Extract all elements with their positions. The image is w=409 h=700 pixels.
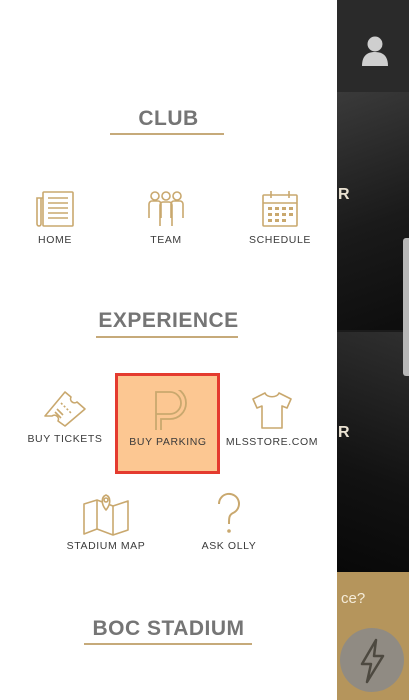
parking-icon bbox=[155, 390, 187, 430]
menu-item-home[interactable]: HOME bbox=[25, 190, 85, 246]
background-banner-text: ce? bbox=[341, 590, 366, 607]
section-title-experience: EXPERIENCE bbox=[98, 309, 239, 332]
menu-item-label: STADIUM MAP bbox=[66, 540, 146, 552]
ticket-icon bbox=[44, 391, 86, 427]
calendar-icon bbox=[262, 191, 298, 227]
news-icon bbox=[36, 191, 74, 227]
section-title-club: CLUB bbox=[138, 107, 199, 130]
menu-item-buy-tickets[interactable]: BUY TICKETS bbox=[22, 388, 108, 445]
user-icon[interactable] bbox=[361, 36, 389, 66]
menu-item-stadium-map[interactable]: STADIUM MAP bbox=[60, 492, 152, 552]
menu-item-label: HOME bbox=[38, 234, 72, 246]
team-icon bbox=[148, 191, 184, 226]
section-underline bbox=[96, 336, 238, 338]
menu-item-label: BUY PARKING bbox=[129, 436, 207, 448]
quick-action-button[interactable] bbox=[340, 628, 404, 692]
background-app: R R ce? bbox=[337, 0, 409, 700]
map-icon bbox=[83, 494, 129, 536]
shirt-icon bbox=[252, 392, 292, 429]
section-underline bbox=[84, 643, 252, 645]
menu-item-label: TEAM bbox=[150, 234, 182, 246]
section-underline bbox=[110, 133, 224, 135]
scroll-handle[interactable] bbox=[403, 238, 409, 376]
background-photo-letter: R bbox=[338, 186, 350, 203]
lightning-icon bbox=[360, 638, 385, 684]
menu-item-label: MLSSTORE.COM bbox=[225, 436, 319, 448]
menu-item-label: ASK OLLY bbox=[201, 540, 257, 552]
background-player-photo: R bbox=[337, 92, 409, 330]
menu-item-schedule[interactable]: SCHEDULE bbox=[249, 190, 311, 246]
menu-item-ask-olly[interactable]: ASK OLLY bbox=[190, 492, 268, 552]
question-icon bbox=[217, 492, 240, 533]
menu-item-buy-parking[interactable]: BUY PARKING bbox=[118, 390, 218, 448]
navigation-drawer: CLUB HOME TEAM SCHEDULE EXPERIENCE BUY T… bbox=[0, 0, 337, 700]
background-player-photo: R bbox=[337, 332, 409, 572]
background-photo-letter: R bbox=[338, 424, 350, 441]
menu-item-label: SCHEDULE bbox=[249, 234, 311, 246]
menu-item-team[interactable]: TEAM bbox=[136, 190, 196, 246]
menu-item-mlsstore[interactable]: MLSSTORE.COM bbox=[225, 390, 319, 448]
menu-item-label: BUY TICKETS bbox=[27, 433, 103, 445]
section-title-stadium: BOC STADIUM bbox=[92, 617, 245, 640]
